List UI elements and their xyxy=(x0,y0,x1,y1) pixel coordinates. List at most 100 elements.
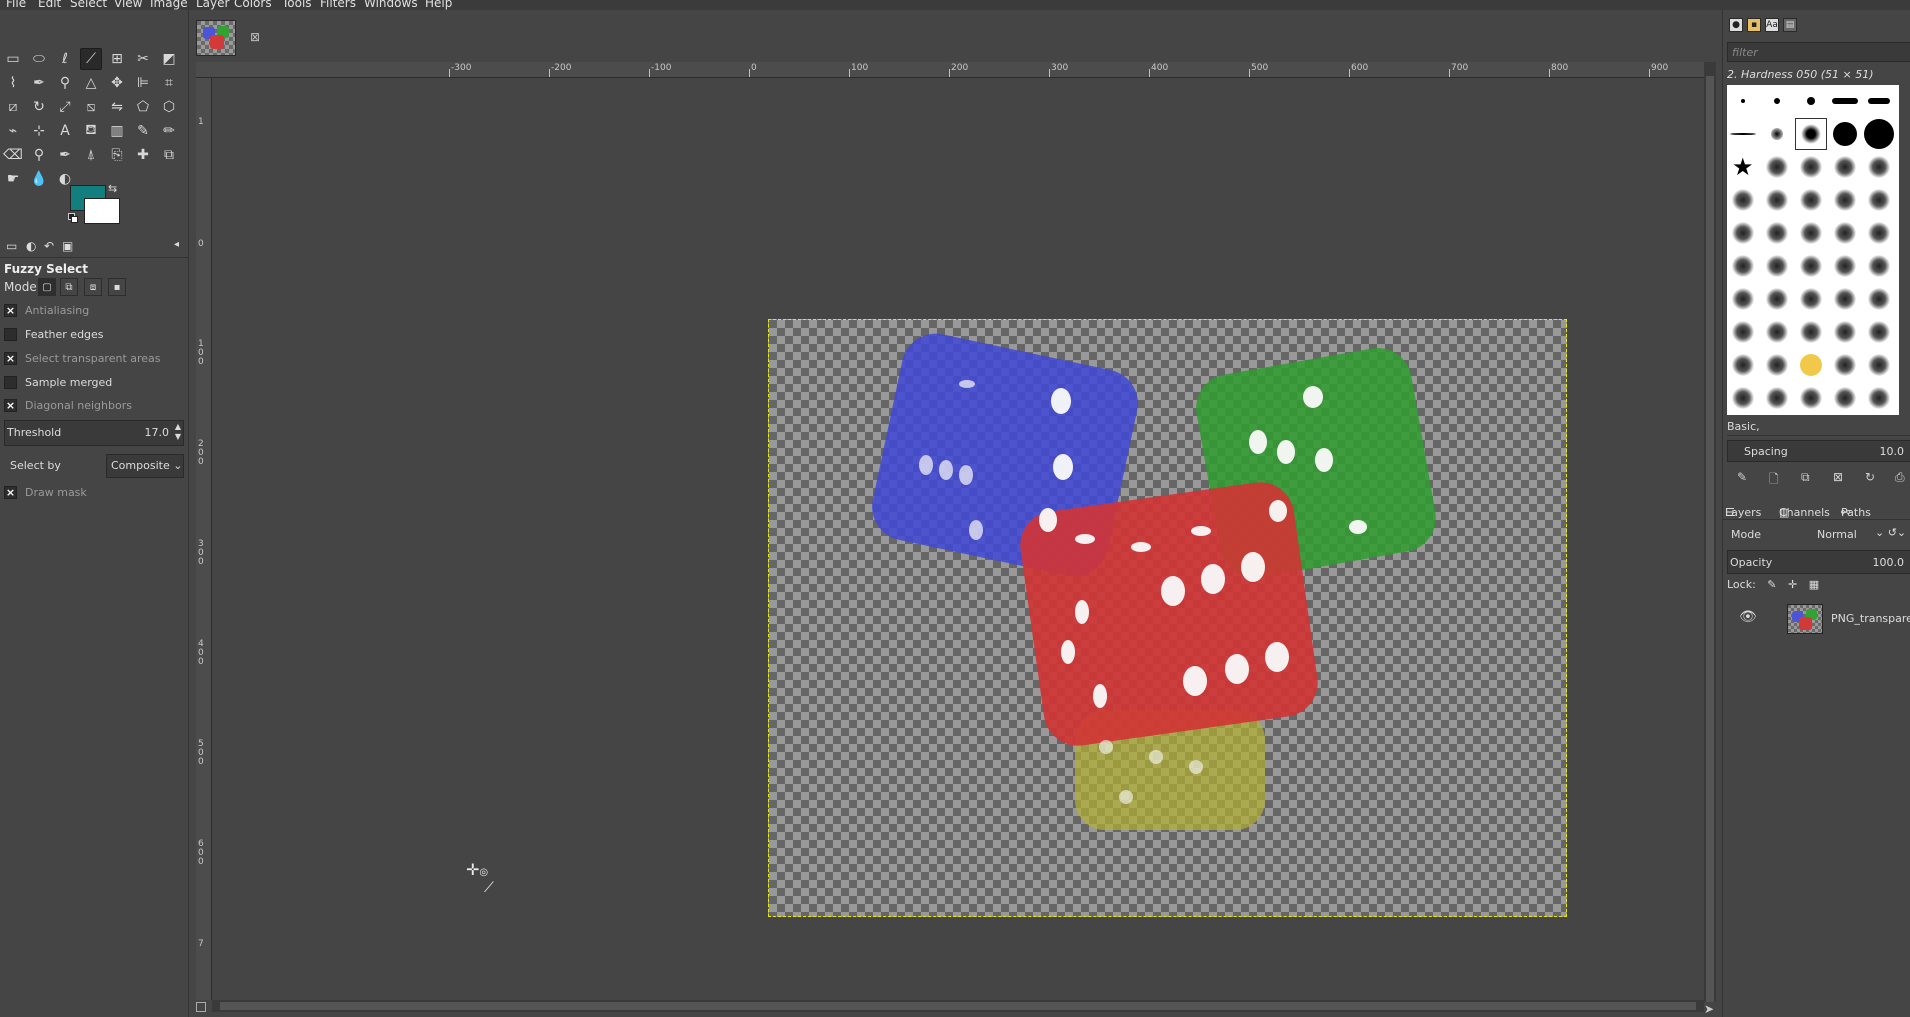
smudge-tool-icon[interactable]: ☛ xyxy=(2,168,24,190)
diagonal-neighbors-option[interactable]: × Diagonal neighbors xyxy=(4,399,132,412)
feather-edges-option[interactable]: Feather edges xyxy=(4,328,104,341)
brushes-tab-icon[interactable]: ● xyxy=(1729,18,1743,32)
brush-item[interactable] xyxy=(1829,85,1861,117)
brush-item[interactable] xyxy=(1829,382,1861,414)
lock-alpha-icon[interactable]: ▦ xyxy=(1809,578,1819,591)
fuzzy-select-tool-icon[interactable]: ⟋ xyxy=(80,48,102,70)
brush-item[interactable] xyxy=(1761,283,1793,315)
brush-item[interactable] xyxy=(1829,184,1861,216)
menu-view[interactable]: View xyxy=(114,0,142,10)
device-status-tab-icon[interactable]: ◐ xyxy=(26,239,36,253)
brush-item[interactable] xyxy=(1863,118,1895,150)
brush-item[interactable] xyxy=(1829,217,1861,249)
lock-pixels-icon[interactable]: ✎ xyxy=(1767,578,1776,591)
brush-item[interactable] xyxy=(1863,184,1895,216)
menu-tools[interactable]: Tools xyxy=(282,0,312,10)
close-icon[interactable]: ⊠ xyxy=(250,30,260,44)
menu-windows[interactable]: Windows xyxy=(364,0,418,10)
brush-item[interactable] xyxy=(1863,217,1895,249)
mypaint-brush-tool-icon[interactable]: ⍋ xyxy=(80,144,102,166)
brush-item[interactable] xyxy=(1829,316,1861,348)
brush-item[interactable] xyxy=(1761,85,1793,117)
brush-tag-field[interactable]: Basic, xyxy=(1727,418,1910,436)
feather-edges-checkbox[interactable] xyxy=(4,328,17,341)
layer-opacity-slider[interactable]: Opacity 100.0 xyxy=(1727,550,1910,574)
duplicate-brush-icon[interactable]: ⧉ xyxy=(1801,470,1810,485)
flip-tool-icon[interactable]: ⇋ xyxy=(106,96,128,118)
edit-brush-icon[interactable]: ✎ xyxy=(1737,470,1747,484)
fonts-tab-icon[interactable]: Aa xyxy=(1765,18,1779,32)
brush-item[interactable] xyxy=(1727,85,1759,117)
ink-tool-icon[interactable]: ✒ xyxy=(54,144,76,166)
text-tool-icon[interactable]: A xyxy=(54,120,76,142)
brush-item[interactable] xyxy=(1863,316,1895,348)
brush-item[interactable] xyxy=(1795,151,1827,183)
brush-item[interactable] xyxy=(1727,316,1759,348)
menu-image[interactable]: Image xyxy=(150,0,188,10)
vertical-scroll-thumb[interactable] xyxy=(1706,76,1714,1002)
brush-item[interactable] xyxy=(1761,184,1793,216)
brush-item[interactable] xyxy=(1727,349,1759,381)
brush-filter-input[interactable]: filter xyxy=(1727,42,1910,62)
bucket-fill-tool-icon[interactable]: ⛾ xyxy=(80,120,102,142)
horizontal-scrollbar[interactable] xyxy=(212,1000,1704,1012)
paths-tool-icon[interactable]: ⌇ xyxy=(2,72,24,94)
pencil-tool-icon[interactable]: ✏ xyxy=(158,120,180,142)
mode-subtract-button[interactable]: ⧈ xyxy=(84,278,102,296)
paintbrush-tool-icon[interactable]: ✎ xyxy=(132,120,154,142)
rotate-tool-icon[interactable]: ↻ xyxy=(28,96,50,118)
brush-item[interactable] xyxy=(1727,382,1759,414)
layer-row[interactable]: 👁 PNG_transpare xyxy=(1727,602,1910,636)
brush-item[interactable] xyxy=(1727,250,1759,282)
brush-item[interactable] xyxy=(1863,349,1895,381)
brush-item[interactable] xyxy=(1795,349,1827,381)
tool-options-tab-icon[interactable]: ▭ xyxy=(6,239,17,253)
heal-tool-icon[interactable]: ✚ xyxy=(132,144,154,166)
brush-spacing-slider[interactable]: Spacing 10.0 xyxy=(1727,440,1910,462)
brush-item[interactable] xyxy=(1795,184,1827,216)
horizontal-ruler[interactable]: -300 -200 -100 0 100 200 300 400 500 600 700 800 900… xyxy=(196,62,1704,78)
gradient-tool-icon[interactable]: ▥ xyxy=(106,120,128,142)
blur-tool-icon[interactable]: 💧 xyxy=(28,168,50,190)
refresh-brushes-icon[interactable]: ↻ xyxy=(1865,470,1875,484)
sample-merged-option[interactable]: Sample merged xyxy=(4,376,112,389)
mode-intersect-button[interactable]: ▪ xyxy=(108,278,126,296)
brush-item[interactable] xyxy=(1761,151,1793,183)
brush-item[interactable] xyxy=(1727,118,1759,150)
brush-item[interactable] xyxy=(1863,151,1895,183)
color-picker-tool-icon[interactable]: ✒ xyxy=(28,72,50,94)
image-canvas[interactable] xyxy=(768,319,1567,917)
brush-item[interactable] xyxy=(1829,118,1861,150)
scale-tool-icon[interactable]: ⤢ xyxy=(54,96,76,118)
horizontal-scroll-thumb[interactable] xyxy=(220,1002,1696,1010)
threshold-slider[interactable]: Threshold 17.0 ▲ ▼ xyxy=(4,420,184,446)
new-brush-icon[interactable]: 🗋 xyxy=(1769,470,1779,491)
brush-item[interactable] xyxy=(1829,151,1861,183)
open-as-image-icon[interactable]: ⎙ xyxy=(1895,470,1905,485)
brush-item[interactable] xyxy=(1761,118,1793,150)
select-transparent-checkbox[interactable]: × xyxy=(4,352,17,365)
move-tool-icon[interactable]: ✥ xyxy=(106,72,128,94)
diagonal-neighbors-checkbox[interactable]: × xyxy=(4,399,17,412)
draw-mask-checkbox[interactable]: × xyxy=(4,486,17,499)
antialiasing-checkbox[interactable]: × xyxy=(4,304,17,317)
vertical-ruler[interactable]: 1 0 1 0 0 2 0 0 3 0 0 4 0 0 5 0 0 6 0 0 7 xyxy=(196,78,212,1000)
menu-edit[interactable]: Edit xyxy=(38,0,61,10)
unified-transform-tool-icon[interactable]: ⧄ xyxy=(2,96,24,118)
menu-help[interactable]: Help xyxy=(425,0,452,10)
brush-item[interactable] xyxy=(1761,217,1793,249)
free-select-tool-icon[interactable]: ℓ xyxy=(54,48,76,70)
layer-mode-dropdown[interactable]: Normal xyxy=(1817,528,1857,541)
navigate-icon[interactable]: ➤ xyxy=(1704,1002,1714,1016)
brush-item[interactable] xyxy=(1795,85,1827,117)
select-transparent-option[interactable]: × Select transparent areas xyxy=(4,352,161,365)
menu-layer[interactable]: Layer xyxy=(196,0,229,10)
brush-grid[interactable]: ★ xyxy=(1727,85,1899,415)
handle-transform-tool-icon[interactable]: ⊹ xyxy=(28,120,50,142)
zoom-tool-icon[interactable]: ⚲ xyxy=(54,72,76,94)
brush-item[interactable] xyxy=(1761,250,1793,282)
quick-mask-toggle[interactable] xyxy=(196,1002,206,1012)
mode-add-button[interactable]: ⧉ xyxy=(60,278,78,296)
brush-item[interactable] xyxy=(1727,283,1759,315)
warp-tool-icon[interactable]: ⌁ xyxy=(2,120,24,142)
